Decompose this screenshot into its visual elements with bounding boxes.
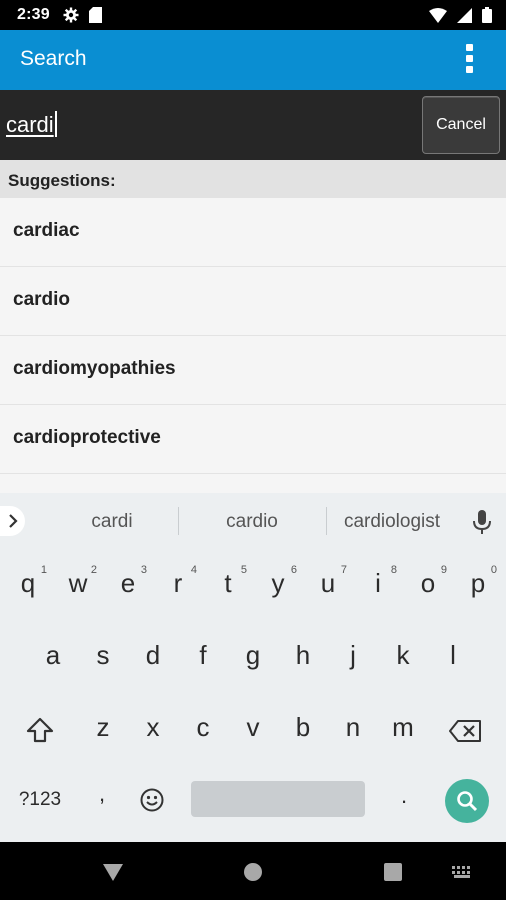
soft-keyboard: cardi cardio cardiologist q1 w2 e3 r4 t5 y6 u7… [0,493,506,842]
key-label: x [146,712,160,742]
chevron-right-icon[interactable] [0,506,25,536]
key-o[interactable]: o9 [408,564,448,599]
key-hint: 6 [290,564,297,576]
cancel-button[interactable]: Cancel [422,96,500,154]
key-label: f [199,640,207,670]
key-label: k [396,640,410,670]
key-label: d [145,640,161,670]
key-n[interactable]: n [333,712,373,743]
key-label: j [350,640,356,670]
key-label: a [45,640,61,670]
keyboard-suggestion-word[interactable]: cardio [182,511,322,533]
suggestion-item[interactable]: cardiomyopathies [0,336,506,405]
suggestions-header: Suggestions: [0,160,506,198]
key-label: g [245,640,261,670]
key-j[interactable]: j [333,640,373,671]
key-label: b [295,712,311,742]
key-hint: 3 [140,564,147,576]
status-time: 2:39 [17,6,50,23]
status-bar: 2:39 [0,0,506,30]
key-hint: 4 [190,564,197,576]
key-hint: 2 [90,564,97,576]
key-b[interactable]: b [283,712,323,743]
key-z[interactable]: z [83,712,123,743]
key-h[interactable]: h [283,640,323,671]
keyboard-suggestion-strip: cardi cardio cardiologist [0,493,506,549]
key-t[interactable]: t5 [208,564,248,599]
key-w[interactable]: w2 [58,564,98,599]
key-y[interactable]: y6 [258,564,298,599]
key-label: v [246,712,260,742]
key-v[interactable]: v [233,712,273,743]
key-l[interactable]: l [433,640,473,671]
app-bar: Search [0,30,506,90]
search-input[interactable]: cardi [6,111,57,141]
key-hint: 1 [40,564,47,576]
key-c[interactable]: c [183,712,223,743]
key-u[interactable]: u7 [308,564,348,599]
key-r[interactable]: r4 [158,564,198,599]
suggestion-item[interactable]: cardiac [0,198,506,267]
key-k[interactable]: k [383,640,423,671]
backspace-icon[interactable] [449,720,481,747]
spacebar[interactable] [191,781,365,817]
wifi-icon [429,7,447,23]
keyboard-suggestion-word[interactable]: cardiologist [322,511,462,533]
key-label: h [295,640,311,670]
key-a[interactable]: a [33,640,73,671]
keyboard-switch-icon[interactable] [452,866,474,878]
text-caret [54,111,57,137]
key-g[interactable]: g [233,640,273,671]
key-label: c [196,712,210,742]
key-d[interactable]: d [133,640,173,671]
home-icon[interactable] [243,862,263,882]
keyboard-suggestion-word[interactable]: cardi [42,511,182,533]
keyboard-search-button[interactable] [445,779,489,823]
comma-key[interactable]: , [90,781,114,807]
key-q[interactable]: q1 [8,564,48,599]
sd-card-icon [89,7,102,23]
battery-icon [482,7,492,23]
back-icon[interactable] [102,862,124,882]
search-icon [457,791,478,812]
key-i[interactable]: i8 [358,564,398,599]
gear-icon [63,7,79,23]
key-label: s [96,640,110,670]
signal-icon [457,7,472,23]
key-label: m [392,712,414,742]
suggestion-item[interactable]: cardio [0,267,506,336]
strip-divider [178,507,179,535]
suggestions-list: cardiac cardio cardiomyopathies cardiopr… [0,198,506,493]
key-p[interactable]: p0 [458,564,498,599]
key-label: l [450,640,456,670]
suggestion-item[interactable]: cardioprotective [0,405,506,474]
recents-icon[interactable] [384,863,402,881]
symbols-key[interactable]: ?123 [12,789,68,811]
key-hint: 5 [240,564,247,576]
key-label: n [345,712,361,742]
emoji-icon[interactable] [140,788,164,817]
search-input-value: cardi [6,112,54,137]
app-title: Search [20,47,87,70]
key-label: z [96,712,110,742]
key-s[interactable]: s [83,640,123,671]
microphone-icon[interactable] [472,509,492,535]
key-hint: 8 [390,564,397,576]
overflow-menu-icon[interactable] [462,44,476,78]
key-m[interactable]: m [383,712,423,743]
key-f[interactable]: f [183,640,223,671]
navigation-bar [0,842,506,900]
key-hint: 7 [340,564,347,576]
key-hint: 9 [440,564,447,576]
key-x[interactable]: x [133,712,173,743]
key-hint: 0 [490,564,497,576]
shift-icon[interactable] [26,717,54,748]
key-e[interactable]: e3 [108,564,148,599]
period-key[interactable]: . [392,783,416,809]
